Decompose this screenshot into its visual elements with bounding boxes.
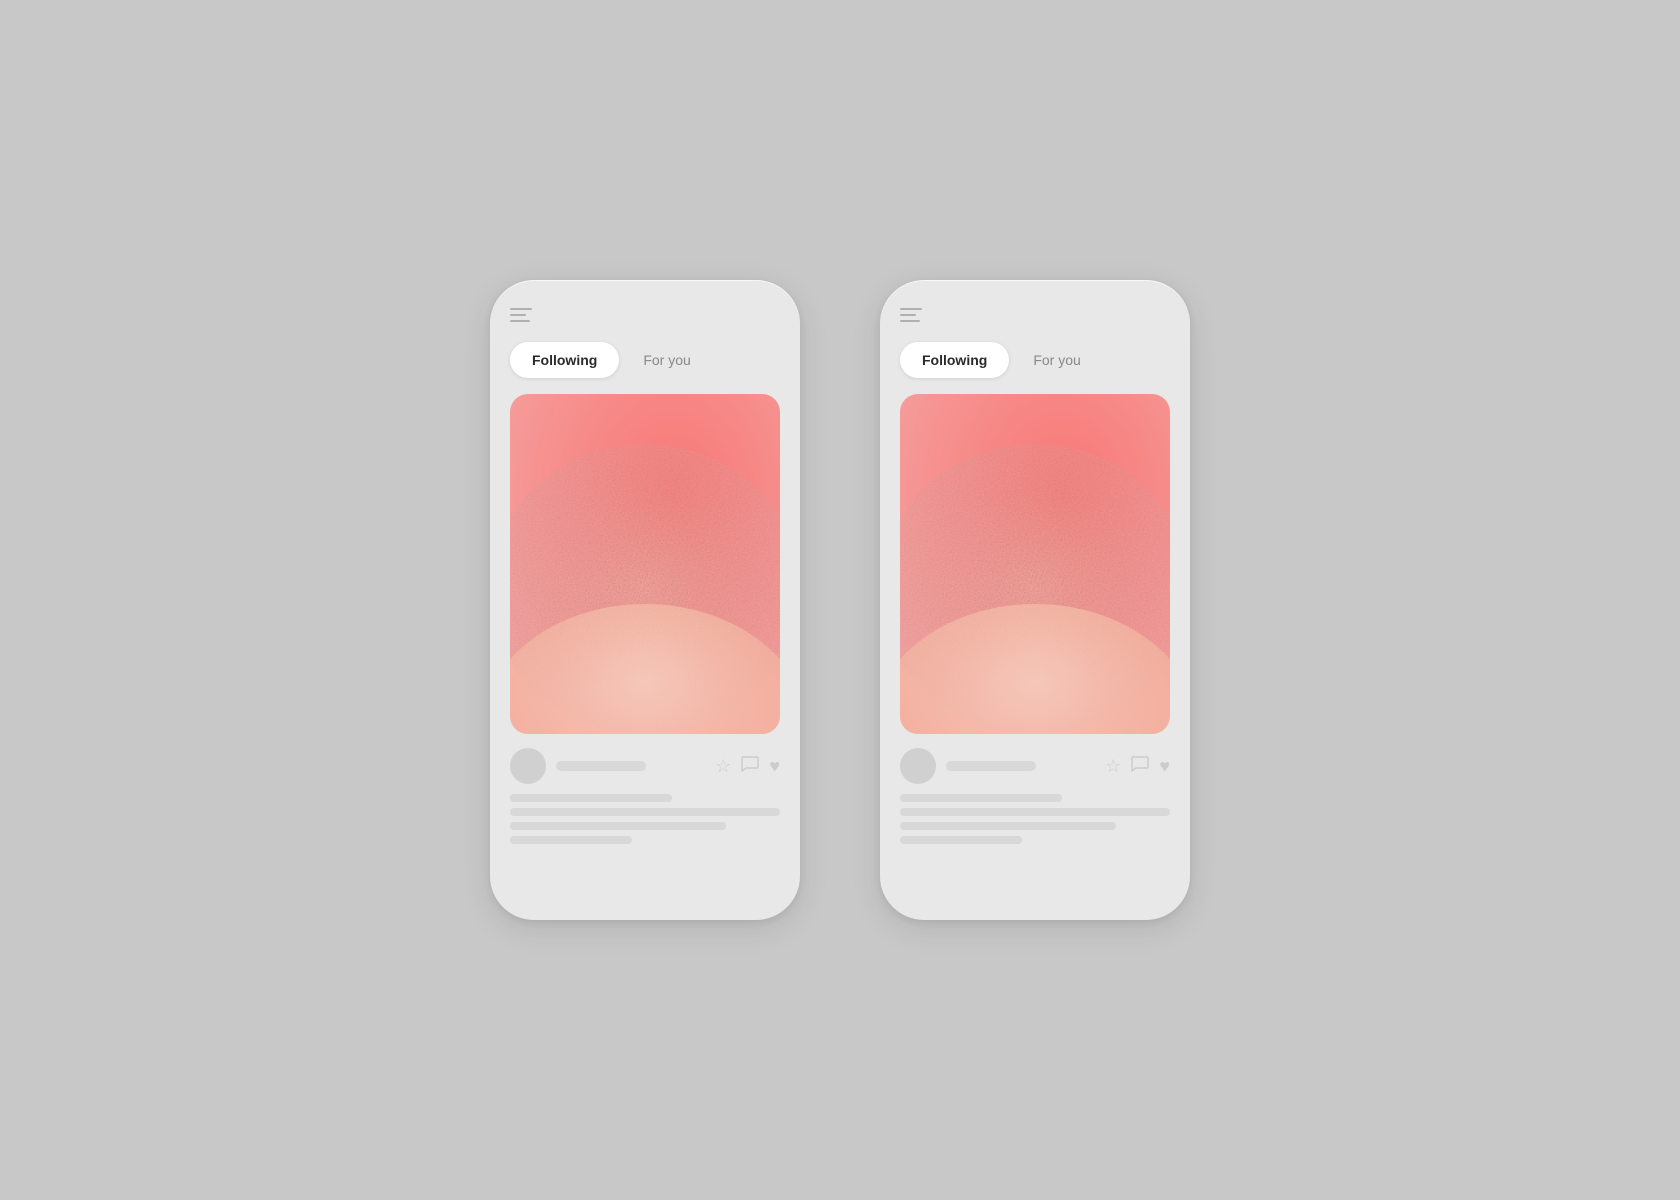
content-lines-right	[900, 794, 1170, 844]
username-line	[556, 761, 646, 771]
action-icons: ☆ ♥	[715, 756, 780, 777]
content-line-3	[510, 822, 726, 830]
post-actions: ☆ ♥	[510, 748, 780, 784]
star-icon[interactable]: ☆	[715, 756, 731, 777]
tab-bar: Following For you	[510, 342, 780, 378]
chat-icon-right[interactable]	[1131, 756, 1149, 777]
post-actions-right: ☆ ♥	[900, 748, 1170, 784]
phone-right: Following For you	[880, 280, 1190, 920]
username-line-right	[946, 761, 1036, 771]
content-line-1	[510, 794, 672, 802]
star-icon-right[interactable]: ☆	[1105, 756, 1121, 777]
post-image-right	[900, 394, 1170, 734]
action-icons-right: ☆ ♥	[1105, 756, 1170, 777]
content-line-r3	[900, 822, 1116, 830]
avatar	[510, 748, 546, 784]
heart-icon[interactable]: ♥	[769, 756, 780, 777]
tab-bar-right: Following For you	[900, 342, 1170, 378]
content-line-r4	[900, 836, 1022, 844]
content-line-r1	[900, 794, 1062, 802]
menu-icon[interactable]	[510, 308, 534, 322]
post-image	[510, 394, 780, 734]
tab-for-you-right[interactable]: For you	[1017, 342, 1096, 378]
content-line-r2	[900, 808, 1170, 816]
content-lines	[510, 794, 780, 844]
phone-left: Following For you	[490, 280, 800, 920]
content-line-4	[510, 836, 632, 844]
content-line-2	[510, 808, 780, 816]
avatar-right	[900, 748, 936, 784]
chat-icon[interactable]	[741, 756, 759, 777]
menu-icon-right[interactable]	[900, 308, 924, 322]
tab-for-you[interactable]: For you	[627, 342, 706, 378]
tab-following[interactable]: Following	[510, 342, 619, 378]
heart-icon-right[interactable]: ♥	[1159, 756, 1170, 777]
tab-following-right[interactable]: Following	[900, 342, 1009, 378]
